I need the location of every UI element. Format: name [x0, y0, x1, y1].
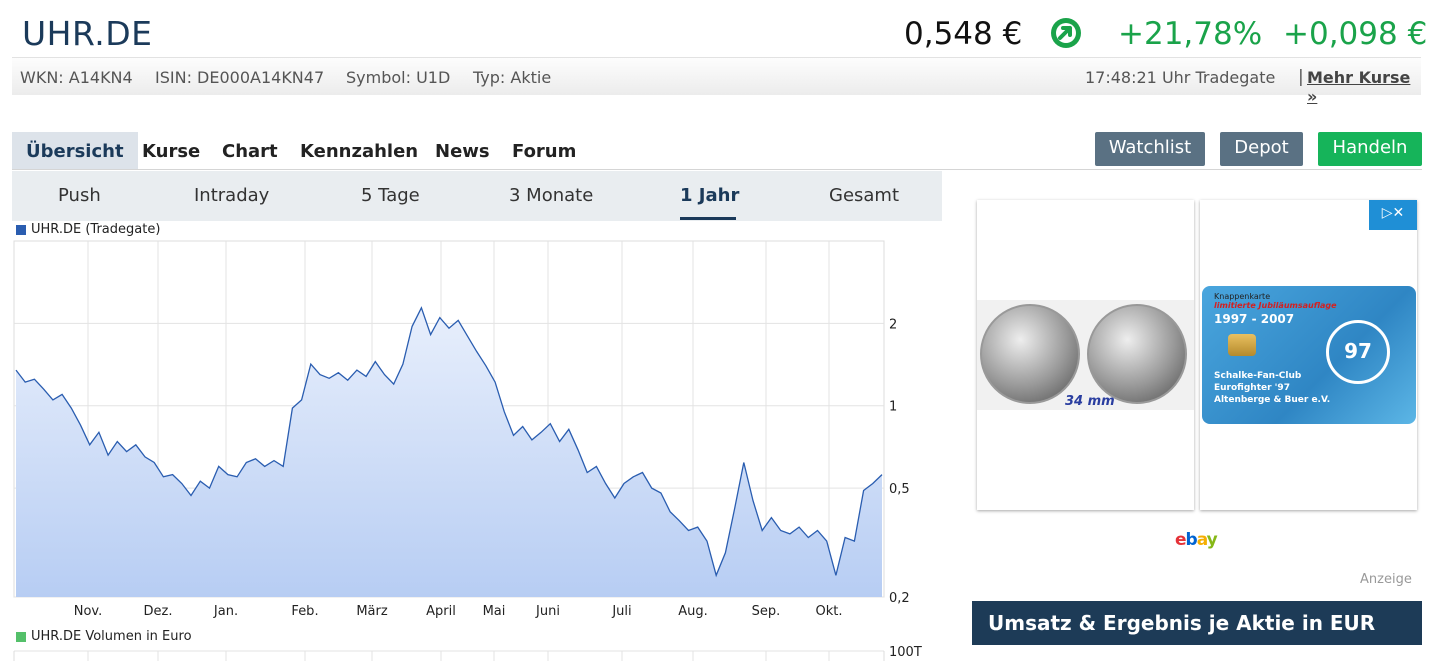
- isin: ISIN: DE000A14KN47: [155, 68, 325, 87]
- ad-card-knappenkarte[interactable]: Knappenkarte limitierte Jubiläumsauflage…: [1200, 200, 1417, 510]
- tab-divider: [12, 169, 1422, 170]
- tab-kennzahlen[interactable]: Kennzahlen: [300, 132, 418, 170]
- change-percent: +21,78%: [1118, 16, 1263, 52]
- range-tab-5-tage[interactable]: 5 Tage: [361, 185, 420, 206]
- x-tick-label: Aug.: [678, 604, 708, 619]
- x-tick-label: Feb.: [291, 604, 318, 619]
- card-title: Knappenkarte: [1214, 292, 1271, 301]
- coin-caption: 34 mm: [1065, 394, 1115, 409]
- x-tick-label: Juli: [611, 604, 631, 619]
- card-years: 1997 - 2007: [1214, 312, 1295, 326]
- range-tab-3-monate[interactable]: 3 Monate: [509, 185, 593, 206]
- ebay-logo: ebay: [1175, 530, 1218, 550]
- separator: |: [1298, 67, 1304, 87]
- y-tick-label: 0,5: [889, 482, 910, 497]
- tab-chart[interactable]: Chart: [222, 132, 278, 170]
- x-tick-label: Mai: [483, 604, 506, 619]
- mehr-kurse-link[interactable]: Mehr Kurse »: [1307, 68, 1421, 106]
- card-seal: 97: [1326, 320, 1390, 384]
- ad-label: Anzeige: [1360, 572, 1412, 587]
- price-legend-label: UHR.DE (Tradegate): [31, 222, 161, 237]
- coin-front-icon: [980, 304, 1080, 404]
- card-club: Schalke-Fan-Club Eurofighter '97 Altenbe…: [1214, 371, 1331, 405]
- price-chart[interactable]: 0,2 0,5 1 2 Nov. Dez. Jan. Feb. März April Mai Juni…: [0, 236, 940, 661]
- security-type: Typ: Aktie: [473, 68, 552, 87]
- x-tick-label: Jan.: [213, 604, 238, 619]
- wkn: WKN: A14KN4: [20, 68, 133, 87]
- knappenkarte-image: Knappenkarte limitierte Jubiläumsauflage…: [1202, 286, 1416, 424]
- advertisement[interactable]: 34 mm Knappenkarte limitierte Jubiläumsa…: [972, 200, 1422, 600]
- x-tick-label: Okt.: [816, 604, 843, 619]
- x-tick-label: Dez.: [144, 604, 173, 619]
- y-tick-label: 2: [889, 317, 897, 332]
- range-tab-1-jahr[interactable]: 1 Jahr: [680, 185, 739, 206]
- range-tab-push[interactable]: Push: [58, 185, 101, 206]
- card-subtitle: limitierte Jubiläumsauflage: [1214, 301, 1337, 310]
- watchlist-button[interactable]: Watchlist: [1095, 132, 1205, 166]
- x-tick-label: Juni: [535, 604, 560, 619]
- tab-kurse[interactable]: Kurse: [142, 132, 200, 170]
- stock-ticker: UHR.DE: [22, 14, 153, 53]
- x-tick-label: Sep.: [752, 604, 781, 619]
- adchoices-icon[interactable]: ▷✕: [1369, 200, 1417, 230]
- x-tick-label: April: [426, 604, 456, 619]
- security-info-bar: WKN: A14KN4 ISIN: DE000A14KN47 Symbol: U…: [12, 57, 1421, 106]
- tab-uebersicht[interactable]: Übersicht: [12, 132, 138, 170]
- chart-range-tabs: Push Intraday 5 Tage 3 Monate 1 Jahr Ges…: [12, 171, 942, 221]
- active-range-underline: [680, 217, 736, 220]
- range-tab-intraday[interactable]: Intraday: [194, 185, 269, 206]
- x-tick-label: Nov.: [74, 604, 103, 619]
- current-price: 0,548 €: [904, 16, 1023, 52]
- range-tab-gesamt[interactable]: Gesamt: [829, 185, 899, 206]
- tab-news[interactable]: News: [435, 132, 490, 170]
- coin-back-icon: [1087, 304, 1187, 404]
- tab-forum[interactable]: Forum: [512, 132, 576, 170]
- symbol: Symbol: U1D: [346, 68, 451, 87]
- coin-image: 34 mm: [977, 300, 1194, 410]
- quote-time: 17:48:21 Uhr Tradegate: [1085, 68, 1276, 87]
- volume-tick-label: 100T: [889, 645, 922, 660]
- trend-up-icon: [1051, 18, 1081, 48]
- chip-icon: [1228, 334, 1256, 356]
- price-legend-swatch: [16, 225, 26, 235]
- handeln-button[interactable]: Handeln: [1318, 132, 1422, 166]
- x-tick-label: März: [356, 604, 388, 619]
- depot-button[interactable]: Depot: [1220, 132, 1303, 166]
- y-tick-label: 0,2: [889, 591, 910, 606]
- change-absolute: +0,098 €: [1283, 16, 1428, 52]
- y-tick-label: 1: [889, 400, 897, 415]
- ad-card-coins[interactable]: 34 mm: [977, 200, 1194, 510]
- umsatz-section-title: Umsatz & Ergebnis je Aktie in EUR: [972, 601, 1422, 645]
